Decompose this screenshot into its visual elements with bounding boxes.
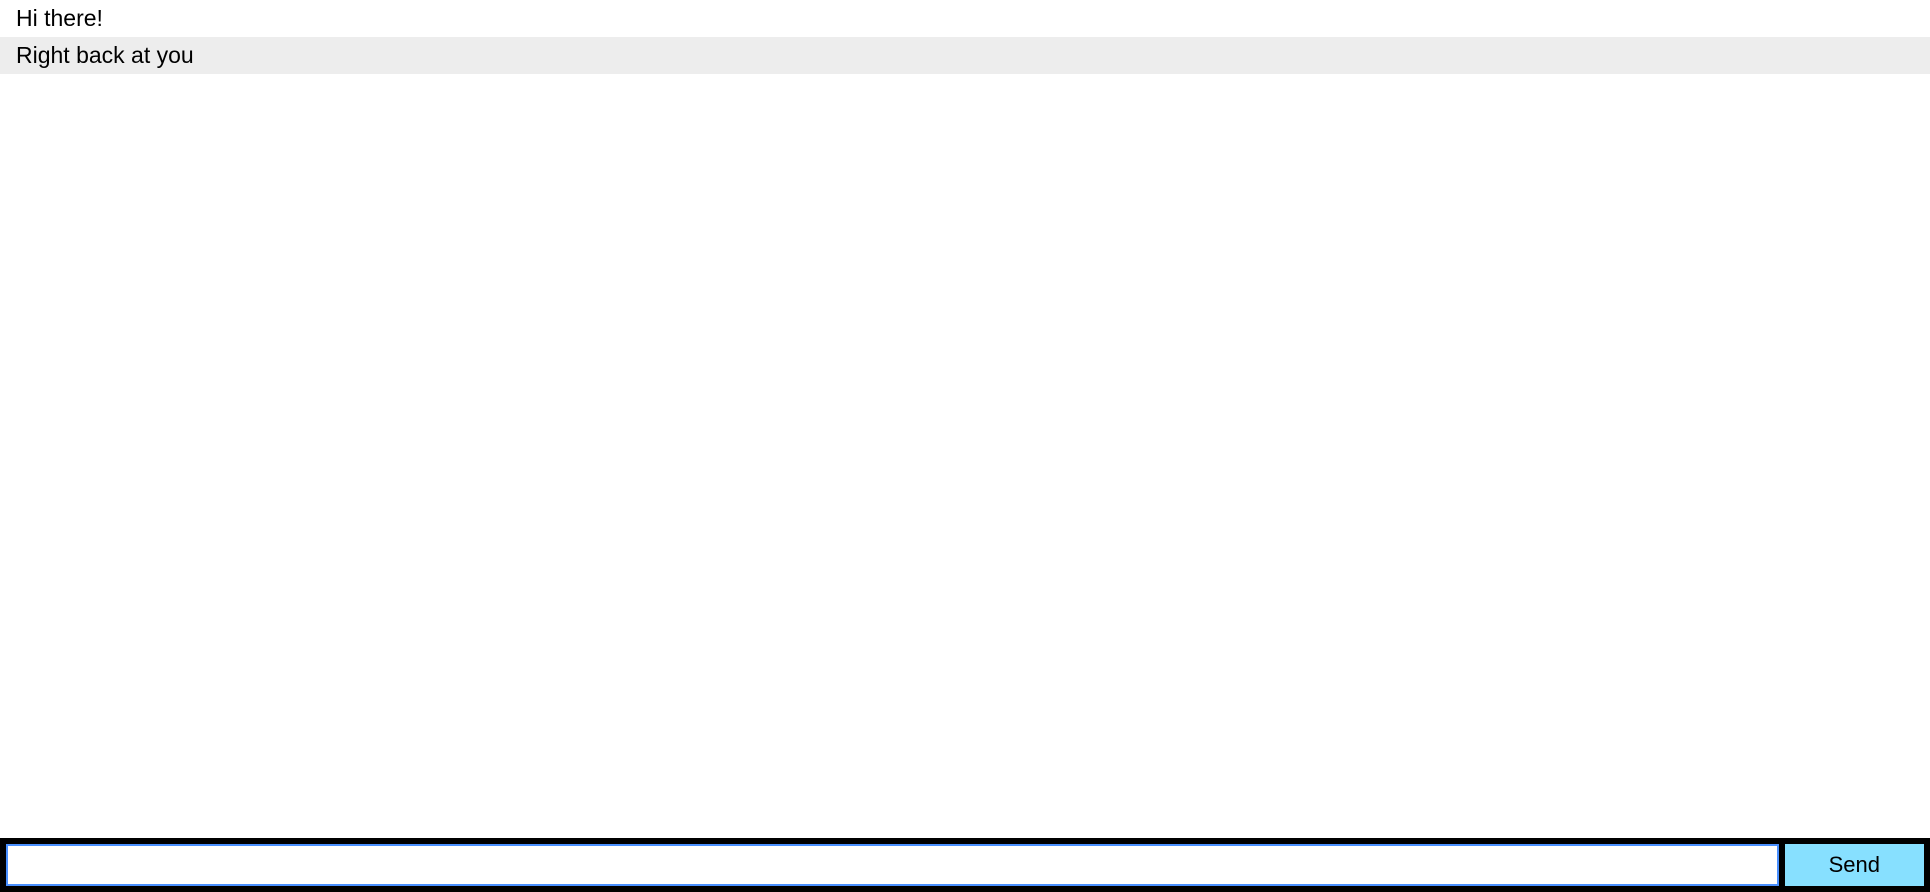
message-text: Right back at you (16, 42, 194, 68)
message-list: Hi there! Right back at you (0, 0, 1930, 838)
message-text: Hi there! (16, 5, 103, 31)
input-bar: Send (0, 838, 1930, 892)
message-item: Right back at you (0, 37, 1930, 74)
message-item: Hi there! (0, 0, 1930, 37)
message-input[interactable] (6, 844, 1779, 886)
send-button[interactable]: Send (1785, 844, 1924, 886)
